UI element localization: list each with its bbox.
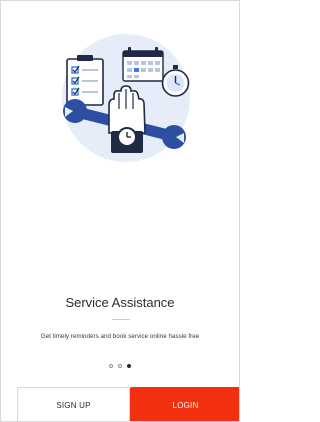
onboarding-subtitle: Get timely reminders and book service on… xyxy=(40,333,200,340)
sign-up-button[interactable]: SIGN UP xyxy=(17,387,130,421)
checklist-icon xyxy=(66,55,104,106)
page-dot-1[interactable] xyxy=(109,364,113,368)
login-button[interactable]: LOGIN xyxy=(130,387,239,421)
auth-buttons: SIGN UP LOGIN xyxy=(1,387,239,421)
calendar-icon xyxy=(122,47,164,82)
page-dot-3-active[interactable] xyxy=(127,364,131,368)
service-illustration-graphic xyxy=(62,34,190,162)
onboarding-screen: Service Assistance Get timely reminders … xyxy=(0,0,240,422)
title-divider xyxy=(112,319,130,320)
service-illustration xyxy=(61,33,191,163)
onboarding-title: Service Assistance xyxy=(65,295,175,310)
page-dot-2[interactable] xyxy=(118,364,122,368)
page-indicator xyxy=(1,364,239,368)
